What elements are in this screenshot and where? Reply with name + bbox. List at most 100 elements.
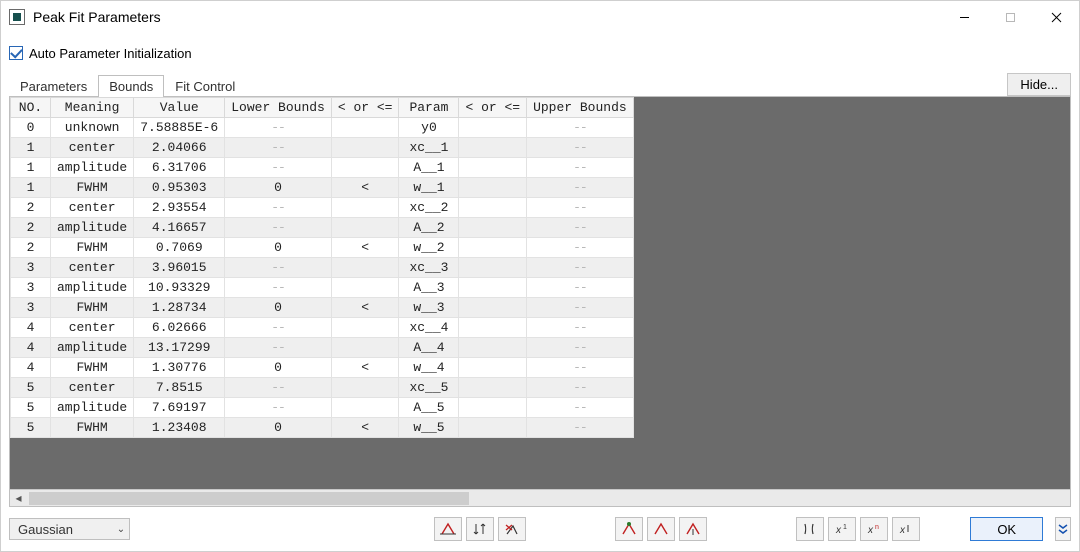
scroll-thumb[interactable] bbox=[29, 492, 469, 505]
table-cell[interactable] bbox=[459, 298, 527, 318]
table-cell[interactable] bbox=[331, 398, 399, 418]
table-cell[interactable]: amplitude bbox=[51, 218, 134, 238]
table-cell[interactable]: A__1 bbox=[399, 158, 459, 178]
table-cell[interactable]: amplitude bbox=[51, 398, 134, 418]
table-cell[interactable]: amplitude bbox=[51, 278, 134, 298]
table-cell[interactable]: 3 bbox=[11, 298, 51, 318]
table-row[interactable]: 2center2.93554--xc__2-- bbox=[11, 198, 634, 218]
auto-init-checkbox[interactable] bbox=[9, 46, 23, 60]
table-cell[interactable]: 2 bbox=[11, 198, 51, 218]
table-cell[interactable]: -- bbox=[225, 318, 332, 338]
table-cell[interactable]: -- bbox=[527, 118, 634, 138]
add-peak-button[interactable] bbox=[434, 517, 462, 541]
table-cell[interactable]: 1.28734 bbox=[134, 298, 225, 318]
function-type-select[interactable]: Gaussian ⌄ bbox=[9, 518, 130, 540]
table-row[interactable]: 3FWHM1.287340<w__3-- bbox=[11, 298, 634, 318]
table-row[interactable]: 2FWHM0.70690<w__2-- bbox=[11, 238, 634, 258]
table-cell[interactable]: -- bbox=[527, 238, 634, 258]
table-cell[interactable]: w__4 bbox=[399, 358, 459, 378]
minimize-button[interactable] bbox=[941, 1, 987, 33]
table-h-scrollbar[interactable]: ◂ bbox=[10, 489, 1070, 506]
table-cell[interactable]: 2.04066 bbox=[134, 138, 225, 158]
table-cell[interactable]: amplitude bbox=[51, 158, 134, 178]
table-cell[interactable]: center bbox=[51, 138, 134, 158]
table-cell[interactable]: xc__4 bbox=[399, 318, 459, 338]
table-cell[interactable]: 4 bbox=[11, 338, 51, 358]
table-cell[interactable]: FWHM bbox=[51, 238, 134, 258]
table-cell[interactable]: < bbox=[331, 418, 399, 438]
table-cell[interactable]: -- bbox=[527, 338, 634, 358]
remove-baseline-button[interactable] bbox=[679, 517, 707, 541]
table-cell[interactable] bbox=[331, 318, 399, 338]
table-cell[interactable]: 13.17299 bbox=[134, 338, 225, 358]
hide-button[interactable]: Hide... bbox=[1007, 73, 1071, 96]
ok-button[interactable]: OK bbox=[970, 517, 1043, 541]
table-cell[interactable]: -- bbox=[225, 338, 332, 358]
table-cell[interactable]: 1 bbox=[11, 158, 51, 178]
col-header[interactable]: < or <= bbox=[459, 98, 527, 118]
show-residuals-button[interactable]: x bbox=[892, 517, 920, 541]
table-cell[interactable]: 2 bbox=[11, 218, 51, 238]
scroll-left-icon[interactable]: ◂ bbox=[10, 490, 27, 507]
table-cell[interactable]: xc__2 bbox=[399, 198, 459, 218]
table-cell[interactable]: 7.8515 bbox=[134, 378, 225, 398]
table-cell[interactable]: 3 bbox=[11, 278, 51, 298]
table-cell[interactable]: -- bbox=[225, 398, 332, 418]
table-cell[interactable] bbox=[331, 158, 399, 178]
table-cell[interactable] bbox=[459, 418, 527, 438]
table-cell[interactable]: -- bbox=[225, 278, 332, 298]
table-row[interactable]: 0unknown7.58885E-6--y0-- bbox=[11, 118, 634, 138]
table-cell[interactable]: 5 bbox=[11, 418, 51, 438]
table-cell[interactable] bbox=[459, 218, 527, 238]
table-cell[interactable]: 4 bbox=[11, 318, 51, 338]
table-cell[interactable]: -- bbox=[225, 378, 332, 398]
table-row[interactable]: 5FWHM1.234080<w__5-- bbox=[11, 418, 634, 438]
table-row[interactable]: 1FWHM0.953030<w__1-- bbox=[11, 178, 634, 198]
table-cell[interactable]: -- bbox=[527, 378, 634, 398]
table-cell[interactable] bbox=[459, 158, 527, 178]
table-row[interactable]: 5amplitude7.69197--A__5-- bbox=[11, 398, 634, 418]
table-cell[interactable]: -- bbox=[527, 418, 634, 438]
table-row[interactable]: 3center3.96015--xc__3-- bbox=[11, 258, 634, 278]
table-cell[interactable]: FWHM bbox=[51, 298, 134, 318]
table-cell[interactable]: 3 bbox=[11, 258, 51, 278]
table-cell[interactable]: -- bbox=[225, 138, 332, 158]
fix-peak-button[interactable] bbox=[615, 517, 643, 541]
table-cell[interactable] bbox=[459, 338, 527, 358]
fit-until-converge-button[interactable]: xn bbox=[860, 517, 888, 541]
table-cell[interactable] bbox=[331, 218, 399, 238]
table-cell[interactable]: 0 bbox=[11, 118, 51, 138]
table-cell[interactable]: -- bbox=[225, 198, 332, 218]
table-cell[interactable]: -- bbox=[225, 118, 332, 138]
table-cell[interactable]: 5 bbox=[11, 378, 51, 398]
table-cell[interactable]: 0.7069 bbox=[134, 238, 225, 258]
table-row[interactable]: 4FWHM1.307760<w__4-- bbox=[11, 358, 634, 378]
table-row[interactable]: 4center6.02666--xc__4-- bbox=[11, 318, 634, 338]
table-cell[interactable]: -- bbox=[527, 158, 634, 178]
table-row[interactable]: 1center2.04066--xc__1-- bbox=[11, 138, 634, 158]
col-header[interactable]: Lower Bounds bbox=[225, 98, 332, 118]
table-cell[interactable]: FWHM bbox=[51, 358, 134, 378]
table-cell[interactable] bbox=[331, 258, 399, 278]
col-header[interactable]: NO. bbox=[11, 98, 51, 118]
col-header[interactable]: Value bbox=[134, 98, 225, 118]
table-cell[interactable]: 7.69197 bbox=[134, 398, 225, 418]
table-cell[interactable]: xc__3 bbox=[399, 258, 459, 278]
table-cell[interactable]: 0 bbox=[225, 358, 332, 378]
table-cell[interactable] bbox=[459, 398, 527, 418]
table-cell[interactable]: 2 bbox=[11, 238, 51, 258]
table-cell[interactable]: w__5 bbox=[399, 418, 459, 438]
table-cell[interactable] bbox=[331, 278, 399, 298]
table-cell[interactable]: -- bbox=[527, 298, 634, 318]
table-cell[interactable]: A__5 bbox=[399, 398, 459, 418]
table-cell[interactable]: center bbox=[51, 198, 134, 218]
table-cell[interactable]: 2.93554 bbox=[134, 198, 225, 218]
table-cell[interactable]: w__3 bbox=[399, 298, 459, 318]
table-cell[interactable] bbox=[331, 338, 399, 358]
table-cell[interactable] bbox=[331, 198, 399, 218]
one-iteration-button[interactable]: x1 bbox=[828, 517, 856, 541]
table-cell[interactable]: -- bbox=[527, 318, 634, 338]
table-cell[interactable]: < bbox=[331, 238, 399, 258]
table-cell[interactable]: < bbox=[331, 298, 399, 318]
table-cell[interactable]: 0 bbox=[225, 178, 332, 198]
